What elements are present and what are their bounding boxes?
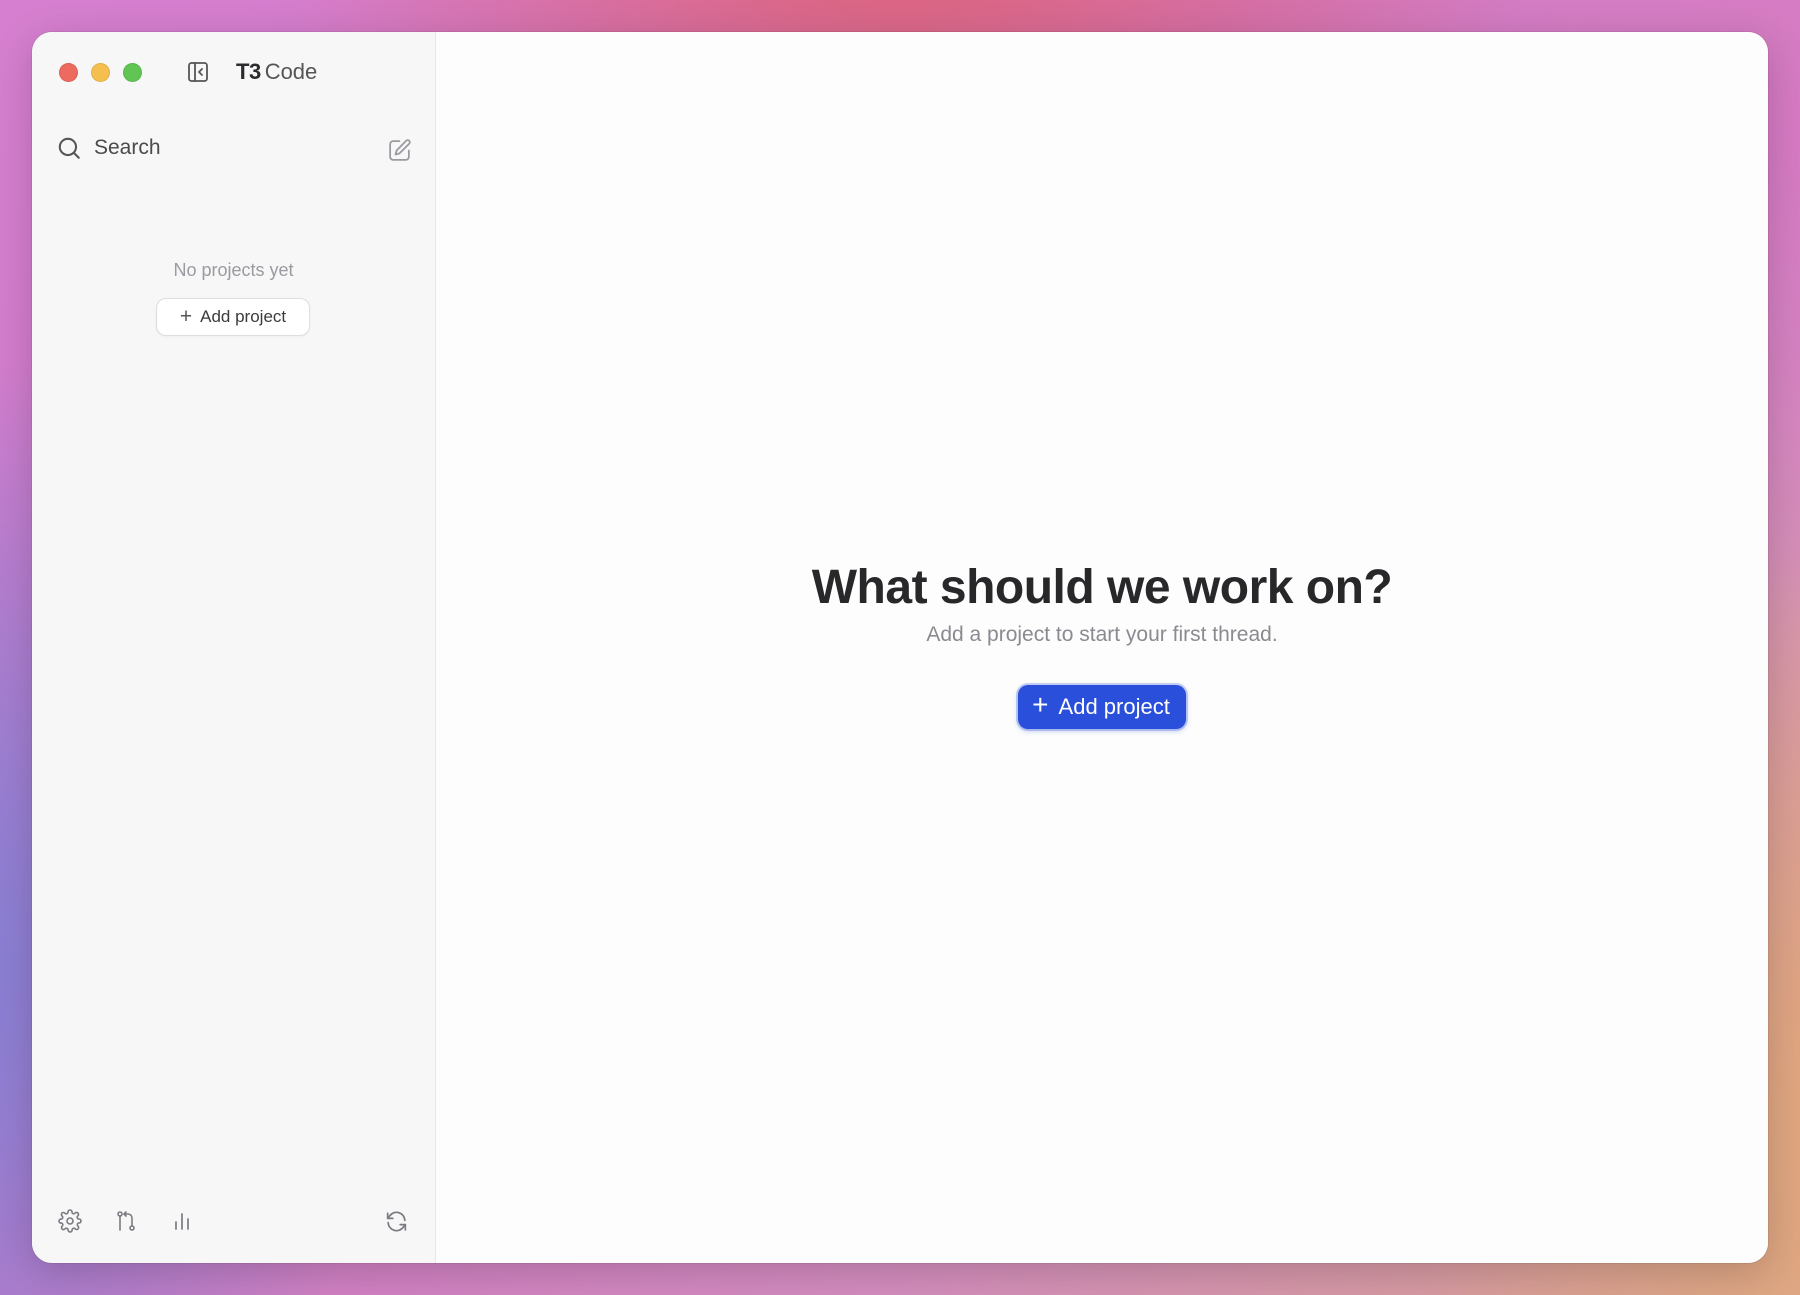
empty-projects-text: No projects yet [173,260,294,280]
new-thread-button[interactable] [385,136,413,164]
app-window: T3 Code Search No projects yet + Add proj… [32,32,1768,1263]
app-title: T3 Code [236,58,317,86]
app-title-rest: Code [264,59,318,84]
settings-icon [58,1209,82,1233]
settings-button[interactable] [56,1207,84,1235]
compose-icon [388,138,411,161]
window-controls [59,63,142,82]
search-label: Search [94,136,161,159]
app-title-bold: T3 [236,59,261,84]
add-project-button[interactable]: + Add project [1018,684,1186,729]
minimize-window-button[interactable] [91,63,110,82]
plus-icon: + [179,304,193,328]
plus-icon: + [1032,689,1049,721]
sidebar-add-project-button[interactable]: + Add project [156,298,310,336]
sidebar-toggle-icon [188,62,208,82]
sidebar: T3 Code Search No projects yet + Add proj… [32,32,436,1263]
sidebar-add-project-label: Add project [200,307,287,326]
add-project-label: Add project [1058,693,1170,719]
source-control-button[interactable] [112,1207,140,1235]
sidebar-footer [32,1207,435,1237]
refresh-button[interactable] [382,1207,410,1235]
maximize-window-button[interactable] [123,63,142,82]
close-window-button[interactable] [59,63,78,82]
search-icon [58,137,80,159]
empty-state-heading: What should we work on? [811,561,1393,614]
toggle-sidebar-button[interactable] [184,58,212,86]
empty-state: What should we work on? Add a project to… [436,559,1768,729]
main-panel: What should we work on? Add a project to… [436,32,1768,1263]
refresh-icon [386,1211,406,1231]
git-branch-icon [117,1211,135,1231]
empty-state-subheading: Add a project to start your first thread… [926,622,1278,646]
usage-stats-button[interactable] [168,1207,196,1235]
search-button[interactable]: Search [56,135,161,161]
bar-chart-icon [175,1213,189,1230]
